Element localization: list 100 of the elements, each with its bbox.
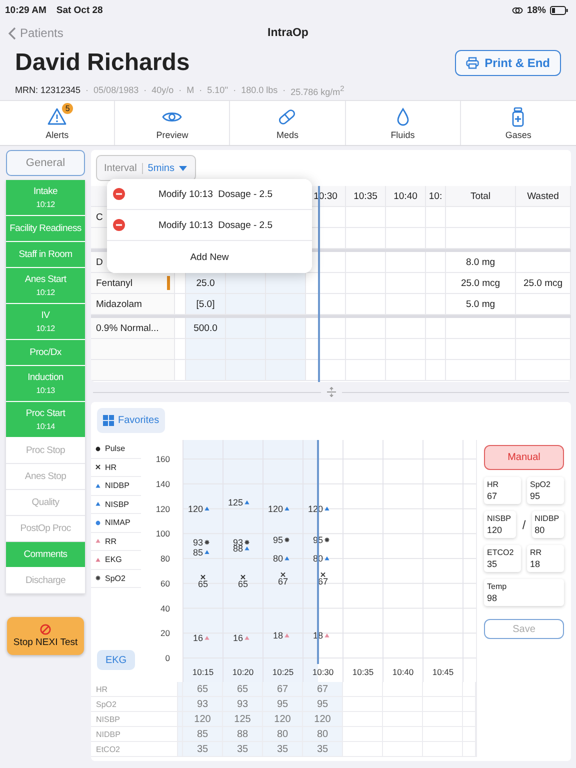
data-point: 65 (198, 574, 208, 590)
table-cell: NISBP (91, 712, 178, 727)
general-button[interactable]: General (6, 150, 85, 176)
printer-icon (466, 57, 479, 69)
vital-field[interactable]: HR 67 (484, 477, 521, 504)
stop-test-button[interactable]: Stop NEXI Test (7, 617, 84, 655)
sidebar-item[interactable]: Comments (6, 542, 85, 568)
legend-item: RR (91, 532, 141, 551)
x-tick-label: 10:15 (192, 667, 214, 677)
data-point: 65 (238, 574, 248, 590)
resize-handle-icon[interactable] (326, 387, 336, 397)
legend-item: SpO2 (91, 570, 141, 588)
table-cell: 93 (183, 697, 223, 712)
sidebar-item[interactable]: PostOp Proc (6, 516, 85, 542)
print-end-button[interactable]: Print & End (454, 50, 561, 76)
table-cell: 65 (223, 682, 263, 697)
alert-badge: 5 (62, 102, 74, 114)
table-cell: 35 (303, 742, 343, 757)
y-tick-label: 40 (160, 603, 170, 614)
ekg-button[interactable]: EKG (97, 650, 135, 670)
vital-field[interactable]: ETCO2 35 (484, 545, 521, 572)
sidebar-item[interactable]: Proc/Dx (6, 340, 85, 366)
table-cell: 85 (183, 727, 223, 742)
table-cell: 93 (223, 697, 263, 712)
point (204, 636, 210, 640)
data-label: 18 (272, 630, 283, 641)
y-tick-label: 120 (156, 504, 170, 514)
sidebar-item[interactable]: Facility Readiness (6, 216, 85, 242)
table-cell (175, 273, 186, 294)
data-point: 125 (228, 498, 250, 508)
data-label: 120 (268, 504, 283, 514)
y-tick-label: 160 (156, 454, 170, 464)
data-point: 95 (272, 534, 290, 545)
table-cell: Fentanyl (91, 273, 175, 294)
sidebar-item[interactable]: Anes Start 10:12 (6, 268, 85, 304)
data-point: 16 (232, 633, 250, 644)
point (244, 540, 250, 546)
vital-field[interactable]: RR 18 (527, 545, 564, 572)
sidebar-item[interactable]: Induction 10:13 (6, 366, 85, 402)
legend-marker-icon (95, 482, 101, 489)
table-cell: 80 (263, 727, 303, 742)
patient-detail: 180.0 lbs (241, 85, 278, 95)
point (324, 634, 330, 638)
remove-icon[interactable] (113, 219, 125, 231)
legend-item: EKG (91, 551, 141, 570)
table-cell: 35 (263, 742, 303, 757)
table-cell: 25.0 mcg (446, 273, 516, 294)
table-cell: [5.0] (186, 294, 226, 315)
vital-field[interactable]: NIDBP 80 (532, 511, 564, 538)
point (324, 537, 330, 543)
table-cell (306, 339, 346, 360)
patient-name: David Richards (15, 49, 190, 77)
sidebar-item[interactable]: Quality (6, 490, 85, 516)
table-cell (226, 273, 266, 294)
data-label: 80 (272, 554, 283, 564)
table-cell: EtCO2 (91, 742, 178, 757)
sidebar-item[interactable]: Discharge (6, 568, 85, 594)
sidebar-item[interactable]: Staff in Room (6, 242, 85, 268)
table-cell: HR (91, 682, 178, 697)
table-cell: 88 (223, 727, 263, 742)
add-new-button[interactable]: Add New (107, 241, 312, 273)
back-button[interactable]: Patients (8, 26, 64, 40)
data-label: 65 (238, 579, 248, 590)
sidebar-item[interactable]: Anes Stop (6, 464, 85, 490)
table-cell: 25.0 (186, 273, 226, 294)
table-cell: 35 (183, 742, 223, 757)
sidebar-item[interactable]: IV 10:12 (6, 304, 85, 340)
legend-marker-icon (95, 538, 101, 544)
data-point: 18 (272, 630, 290, 641)
data-point: 16 (192, 633, 210, 644)
patient-mrn: MRN: 12312345 (15, 85, 81, 95)
popover-item[interactable]: Modify 10:13 Dosage - 2.5 (107, 210, 312, 241)
column-header: 10:35 (346, 186, 386, 207)
legend-marker-icon (95, 556, 101, 563)
popover-item[interactable]: Modify 10:13 Dosage - 2.5 (107, 179, 312, 210)
table-cell: 95 (263, 697, 303, 712)
data-label: 85 (192, 547, 203, 558)
legend-marker-icon (95, 520, 101, 526)
manual-button[interactable]: Manual (484, 445, 564, 470)
table-cell: NIDBP (91, 727, 178, 742)
battery-percent: 18% (526, 4, 546, 16)
sidebar-item[interactable]: Proc Start 10:14 (6, 402, 85, 438)
table-cell: 67 (303, 682, 343, 697)
battery-icon (550, 6, 568, 14)
legend-item: NIDBP (91, 477, 141, 496)
remove-icon[interactable] (113, 188, 125, 200)
vital-field[interactable]: NISBP 120 (484, 511, 516, 538)
pill-icon (277, 106, 298, 126)
favorites-button[interactable]: Favorites (97, 408, 166, 433)
table-cell: 8.0 mg (446, 252, 516, 273)
vital-field[interactable]: Temp 98 (484, 579, 564, 606)
table-cell: 67 (263, 682, 303, 697)
sidebar-item[interactable]: Proc Stop (6, 438, 85, 464)
x-tick-label: 10:25 (272, 667, 294, 677)
column-header: 10: (426, 186, 446, 207)
interval-dropdown[interactable]: Interval 5mins (96, 155, 196, 181)
vital-field[interactable]: SpO2 95 (527, 477, 564, 504)
y-tick-label: 60 (160, 578, 170, 588)
sidebar-item[interactable]: Intake 10:12 (6, 180, 85, 216)
table-cell: 0.9% Normal... (91, 318, 175, 339)
